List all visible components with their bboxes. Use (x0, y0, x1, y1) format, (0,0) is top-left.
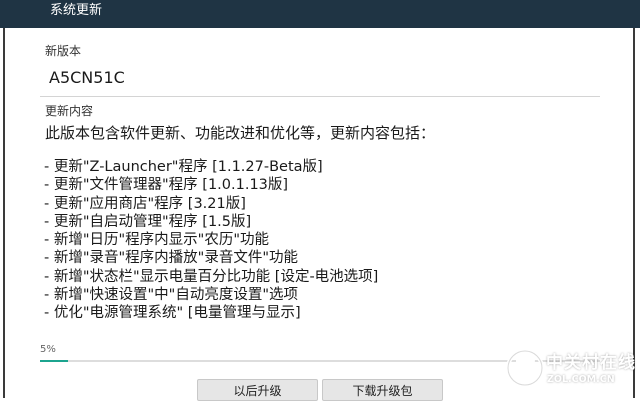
update-intro: 此版本包含软件更新、功能改进和优化等，更新内容包括： (45, 124, 436, 142)
update-content-label: 更新内容 (45, 104, 94, 118)
changelog-item: - 优化"电源管理系统" [电量管理与显示] (44, 305, 301, 322)
title-bar: 系统更新 (0, 0, 640, 28)
divider (40, 96, 600, 97)
zol-logo-icon (506, 349, 544, 387)
changelog-item: - 新增"状态栏"显示电量百分比功能 [设定-电池选项] (44, 268, 379, 285)
changelog-item: - 更新"自启动管理"程序 [1.5版] (44, 213, 252, 230)
new-version-label: 新版本 (45, 44, 82, 58)
changelog-item: - 新增"快速设置"中"自动亮度设置"选项 (44, 287, 299, 304)
window-title: 系统更新 (50, 3, 103, 18)
changelog-list: - 更新"Z-Launcher"程序 [1.1.27-Beta版] - 更新"文… (44, 158, 378, 323)
changelog-item: - 更新"应用商店"程序 [3.21版] (44, 195, 246, 212)
new-version-value: A5CN51C (49, 68, 125, 87)
later-update-button[interactable]: 以后升级 (197, 379, 318, 401)
changelog-item: - 更新"Z-Launcher"程序 [1.1.27-Beta版] (44, 159, 323, 175)
watermark-url: ZOL.COM.CN (547, 374, 615, 385)
changelog-item: - 新增"日历"程序内显示"农历"功能 (44, 232, 270, 249)
watermark-name: 中关村在线 (546, 353, 636, 373)
download-package-button[interactable]: 下载升级包 (322, 379, 443, 401)
zol-watermark: 中关村在线 ZOL.COM.CN (505, 348, 637, 388)
changelog-item: - 新增"录音"程序内播放"录音文件"功能 (44, 250, 299, 267)
progress-fill (40, 360, 68, 362)
changelog-item: - 更新"文件管理器"程序 [1.0.1.13版] (44, 177, 289, 194)
progress-percent: 5% (40, 344, 56, 355)
